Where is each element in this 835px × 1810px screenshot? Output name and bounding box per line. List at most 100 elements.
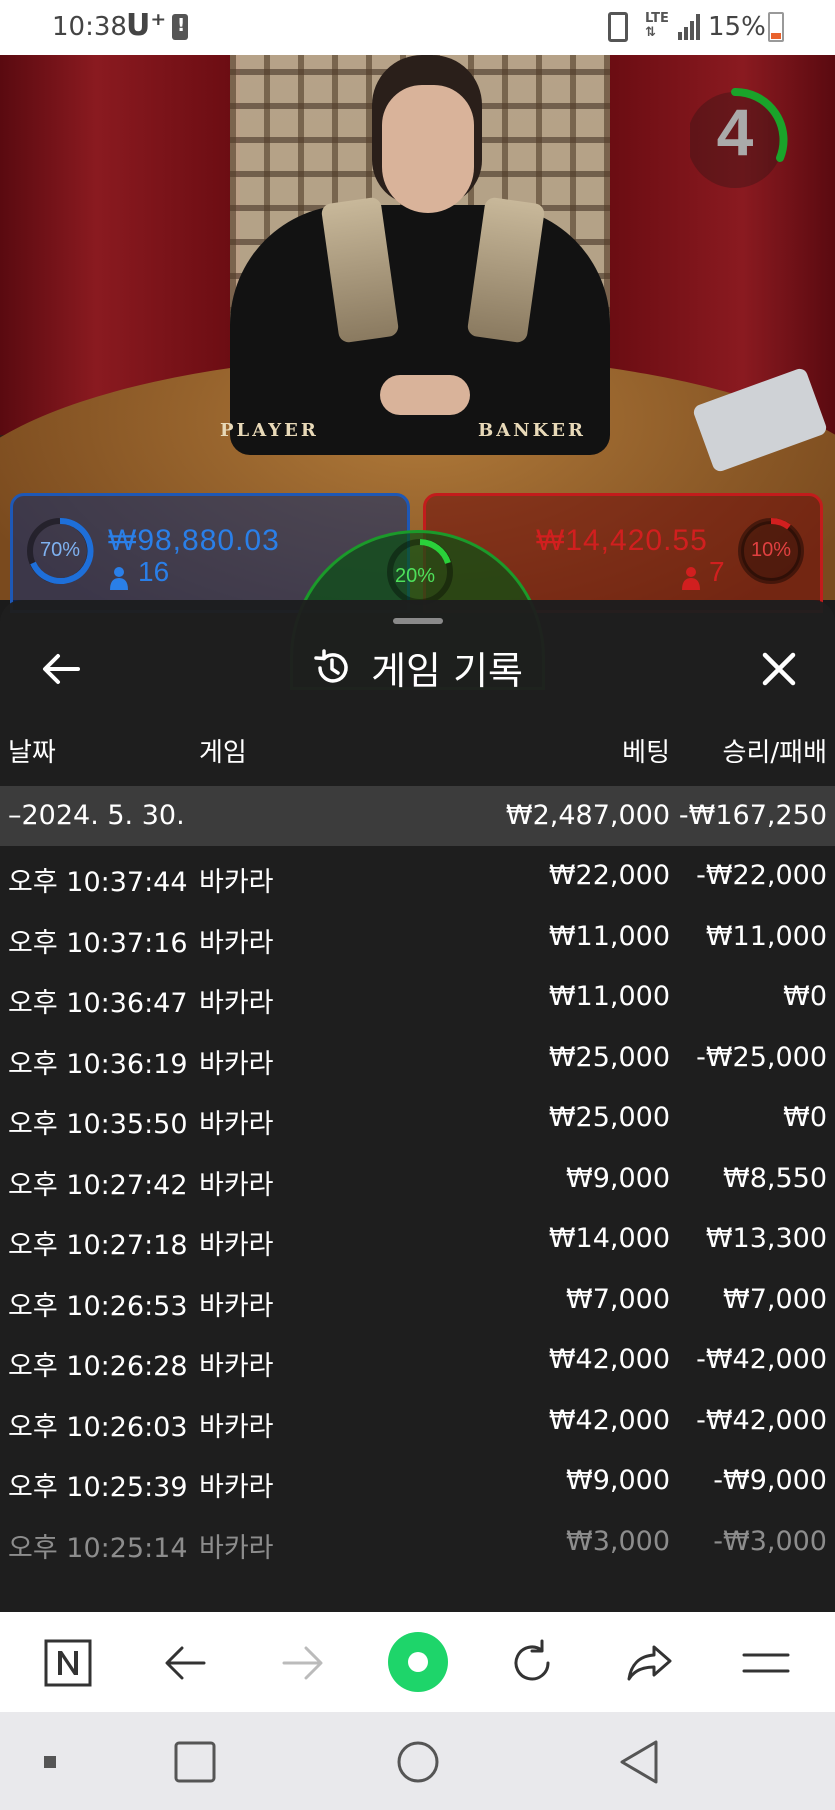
row-result: ₩13,300 [705, 1223, 827, 1254]
banker-percent: 10% [751, 539, 792, 561]
row-time: 오후 10:27:42 [8, 1169, 188, 1201]
refresh-icon[interactable] [506, 1637, 558, 1689]
history-row[interactable]: 오후 10:26:53 바카라 ₩7,000 ₩7,000 [0, 1270, 835, 1330]
player-amount: ₩98,880.03 [108, 524, 280, 557]
history-row[interactable]: 오후 10:27:42 바카라 ₩9,000 ₩8,550 [0, 1149, 835, 1209]
tie-percent: 20% [395, 565, 436, 587]
date-summary-date: –2024. 5. 30. [8, 800, 185, 831]
history-row[interactable]: 오후 10:37:44 바카라 ₩22,000 -₩22,000 [0, 846, 835, 906]
home-circle-icon[interactable] [392, 1736, 444, 1788]
player-person-icon [110, 567, 128, 590]
row-bet: ₩14,000 [548, 1223, 670, 1254]
row-bet: ₩9,000 [566, 1162, 670, 1194]
row-result: ₩0 [783, 1102, 827, 1133]
row-game: 바카라 [199, 927, 274, 959]
row-time: 오후 10:26:28 [8, 1351, 188, 1382]
row-result: -₩22,000 [696, 860, 827, 891]
row-time: 오후 10:26:03 [8, 1411, 188, 1443]
table-label-banker: BANKER [478, 420, 586, 441]
banker-person-icon [682, 567, 700, 590]
back-arrow-icon[interactable] [160, 1637, 212, 1689]
vibrate-icon [608, 12, 628, 42]
date-summary-row[interactable]: –2024. 5. 30. ₩2,487,000 -₩167,250 [0, 786, 835, 846]
sheet-title: 게임 기록 [371, 649, 523, 693]
green-dot-home-icon[interactable] [387, 1631, 449, 1693]
history-row[interactable]: 오후 10:27:18 바카라 ₩14,000 ₩13,300 [0, 1209, 835, 1269]
date-summary-result: -₩167,250 [678, 800, 827, 831]
row-time: 오후 10:36:47 [8, 988, 188, 1019]
row-game: 바카라 [199, 1048, 274, 1080]
row-game: 바카라 [199, 1411, 274, 1443]
row-bet: ₩22,000 [548, 860, 670, 891]
row-time: 오후 10:25:14 [8, 1532, 188, 1564]
row-time: 오후 10:37:44 [8, 867, 188, 898]
row-result: -₩25,000 [696, 1041, 827, 1073]
carrier-label: U⁺ [126, 8, 167, 43]
dealer-body [230, 205, 610, 455]
row-result: ₩11,000 [705, 920, 827, 952]
naver-home-icon[interactable] [42, 1637, 94, 1689]
row-time: 오후 10:25:39 [8, 1472, 188, 1503]
countdown-timer: 4 [687, 80, 808, 198]
history-row[interactable]: 오후 10:26:28 바카라 ₩42,000 -₩42,000 [0, 1330, 835, 1390]
dealer-face [382, 85, 474, 213]
game-history-sheet: 게임 기록 날짜 게임 베팅 승리/패배 –2024. 5. 30. ₩2,48… [0, 600, 835, 1612]
row-result: -₩42,000 [696, 1404, 827, 1436]
countdown-number: 4 [716, 95, 754, 169]
history-row[interactable]: 오후 10:36:47 바카라 ₩11,000 ₩0 [0, 967, 835, 1027]
player-count: 16 [138, 556, 170, 587]
forward-arrow-icon[interactable] [276, 1637, 328, 1689]
row-game: 바카라 [199, 1351, 274, 1382]
row-game: 바카라 [199, 1532, 274, 1564]
dot-icon[interactable] [24, 1736, 76, 1788]
row-time: 오후 10:36:19 [8, 1048, 188, 1080]
close-icon[interactable] [756, 646, 802, 692]
header-result[interactable]: 승리/패배 [723, 732, 827, 769]
status-bar: 10:38 U⁺ LTE⇅ 15% [0, 0, 835, 55]
row-game: 바카라 [199, 1230, 274, 1261]
row-bet: ₩9,000 [566, 1465, 670, 1496]
history-icon [314, 648, 348, 683]
row-bet: ₩11,000 [548, 981, 670, 1012]
row-bet: ₩3,000 [566, 1525, 670, 1557]
row-time: 오후 10:27:18 [8, 1230, 188, 1261]
history-row[interactable]: 오후 10:25:39 바카라 ₩9,000 -₩9,000 [0, 1451, 835, 1511]
row-bet: ₩42,000 [548, 1404, 670, 1436]
share-icon[interactable] [624, 1637, 676, 1689]
history-row[interactable]: 오후 10:25:14 바카라 ₩3,000 -₩3,000 [0, 1512, 835, 1572]
row-time: 오후 10:35:50 [8, 1109, 188, 1140]
row-result: -₩9,000 [713, 1465, 827, 1496]
dealer-hands [380, 375, 470, 415]
sheet-drag-handle[interactable] [393, 618, 443, 624]
row-time: 오후 10:37:16 [8, 927, 188, 959]
status-time: 10:38 [52, 12, 127, 42]
row-result: ₩7,000 [723, 1283, 827, 1315]
row-game: 바카라 [199, 867, 274, 898]
table-label-player: PLAYER [220, 420, 319, 441]
recent-apps-icon[interactable] [169, 1736, 221, 1788]
header-game[interactable]: 게임 [199, 732, 247, 769]
row-bet: ₩11,000 [548, 920, 670, 952]
row-game: 바카라 [199, 988, 274, 1019]
menu-icon[interactable] [740, 1637, 792, 1689]
row-bet: ₩7,000 [566, 1283, 670, 1315]
browser-toolbar [0, 1612, 835, 1712]
history-row[interactable]: 오후 10:37:16 바카라 ₩11,000 ₩11,000 [0, 907, 835, 967]
row-game: 바카라 [199, 1290, 274, 1322]
history-row[interactable]: 오후 10:26:03 바카라 ₩42,000 -₩42,000 [0, 1391, 835, 1451]
row-game: 바카라 [199, 1109, 274, 1140]
row-game: 바카라 [199, 1169, 274, 1201]
row-result: -₩42,000 [696, 1344, 827, 1375]
header-date[interactable]: 날짜 [8, 732, 56, 769]
date-summary-bet: ₩2,487,000 [505, 800, 670, 831]
history-row[interactable]: 오후 10:36:19 바카라 ₩25,000 -₩25,000 [0, 1028, 835, 1088]
row-result: -₩3,000 [713, 1525, 827, 1557]
history-row[interactable]: 오후 10:35:50 바카라 ₩25,000 ₩0 [0, 1088, 835, 1148]
alert-icon [172, 14, 188, 40]
back-triangle-icon[interactable] [614, 1736, 666, 1788]
sheet-header: 게임 기록 [0, 640, 835, 695]
row-result: ₩0 [783, 981, 827, 1012]
signal-icon [678, 14, 702, 40]
header-bet[interactable]: 베팅 [622, 732, 670, 769]
battery-percent: 15% [708, 12, 766, 42]
